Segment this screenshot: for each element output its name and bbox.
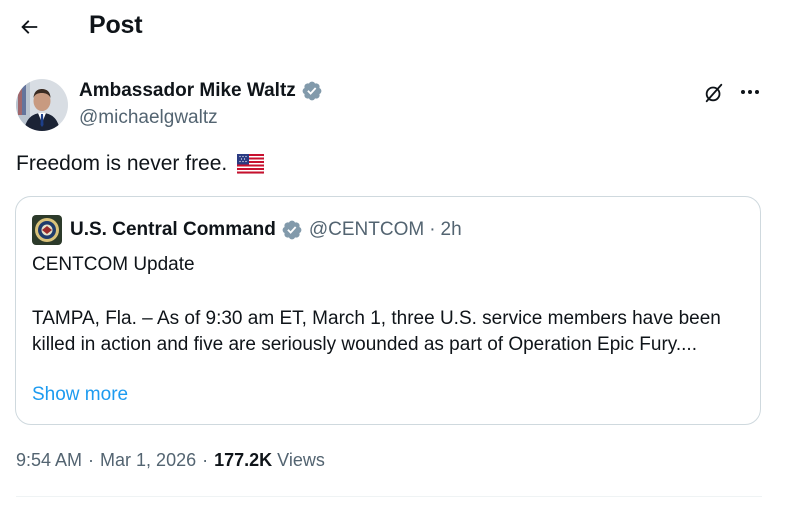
author-name-text: Ambassador Mike Waltz bbox=[79, 80, 296, 101]
verified-badge-icon bbox=[282, 220, 302, 240]
grok-button[interactable] bbox=[700, 80, 728, 106]
back-button[interactable] bbox=[14, 12, 44, 42]
back-arrow-icon bbox=[21, 20, 38, 34]
us-flag-emoji bbox=[237, 154, 265, 174]
quoted-post-title: CENTCOM Update bbox=[32, 254, 195, 275]
author-name[interactable]: Ambassador Mike Waltz bbox=[79, 80, 323, 102]
quoted-post-time[interactable]: 2h bbox=[441, 219, 462, 241]
avatar-image bbox=[16, 79, 68, 131]
quoted-post-body: TAMPA, Fla. – As of 9:30 am ET, March 1,… bbox=[32, 308, 721, 355]
author-avatar[interactable] bbox=[16, 79, 68, 131]
quoted-author-handle[interactable]: @CENTCOM bbox=[309, 219, 424, 241]
separator-dot: · bbox=[88, 450, 95, 470]
page-title: Post bbox=[89, 11, 143, 39]
author-handle[interactable]: @michaelgwaltz bbox=[79, 107, 218, 129]
grok-icon bbox=[705, 83, 723, 103]
post-text-content: Freedom is never free. bbox=[16, 152, 228, 175]
quoted-post-card[interactable]: U.S. Central Command @CENTCOM · 2h CENTC… bbox=[15, 196, 761, 425]
separator-dot: · bbox=[429, 219, 436, 240]
more-dots-icon bbox=[741, 90, 759, 94]
quoted-author-name[interactable]: U.S. Central Command bbox=[70, 219, 276, 241]
quoted-post-header: U.S. Central Command @CENTCOM · 2h bbox=[32, 215, 462, 245]
post-text: Freedom is never free. bbox=[16, 152, 265, 176]
post-date[interactable]: Mar 1, 2026 bbox=[100, 450, 196, 471]
more-options-button[interactable] bbox=[737, 82, 763, 102]
divider bbox=[16, 496, 762, 497]
centcom-seal-icon bbox=[32, 215, 62, 245]
post-metadata: 9:54 AM · Mar 1, 2026 · 177.2K Views bbox=[16, 450, 325, 471]
show-more-link[interactable]: Show more bbox=[32, 384, 128, 406]
views-label: Views bbox=[277, 450, 325, 470]
centcom-avatar[interactable] bbox=[32, 215, 62, 245]
separator-dot: · bbox=[202, 450, 209, 470]
post-time[interactable]: 9:54 AM bbox=[16, 450, 82, 471]
top-bar: Post bbox=[0, 0, 800, 54]
views-count: 177.2K bbox=[214, 450, 273, 470]
verified-badge-icon bbox=[302, 81, 322, 101]
